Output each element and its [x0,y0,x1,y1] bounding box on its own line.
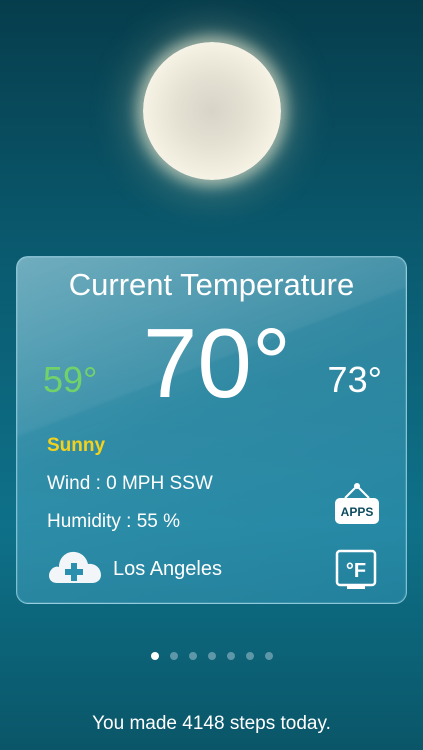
steps-message: You made 4148 steps today. [92,713,331,734]
apps-label: APPS [341,505,374,519]
card-title: Current Temperature [68,267,355,302]
cloud-add-icon [49,551,101,583]
fahrenheit-toggle-icon: °F [335,549,377,589]
low-temperature: 59° [43,359,98,400]
city-name: Los Angeles [113,558,222,580]
page-dot[interactable] [226,652,235,660]
current-temperature: 70° [142,308,292,418]
page-indicator[interactable] [0,652,423,660]
apps-button[interactable]: APPS [333,482,381,530]
sun-icon [143,42,281,180]
page-dot[interactable] [188,652,197,660]
page-dot[interactable] [207,652,216,660]
unit-toggle-button[interactable]: °F [335,549,377,591]
add-city-button[interactable] [45,543,103,587]
page-dot[interactable] [150,652,159,660]
wind-info: Wind : 0 MPH SSW [47,473,213,494]
humidity-info: Humidity : 55 % [47,511,181,532]
unit-label: °F [346,560,366,582]
apps-sign-icon: APPS [335,483,379,524]
page-dot[interactable] [264,652,273,660]
weather-card: Current Temperature 59° 70° 73° Sunny Wi… [16,256,407,604]
high-temperature: 73° [327,359,382,400]
page-dot[interactable] [245,652,254,660]
weather-condition: Sunny [47,435,106,456]
page-dot[interactable] [169,652,178,660]
